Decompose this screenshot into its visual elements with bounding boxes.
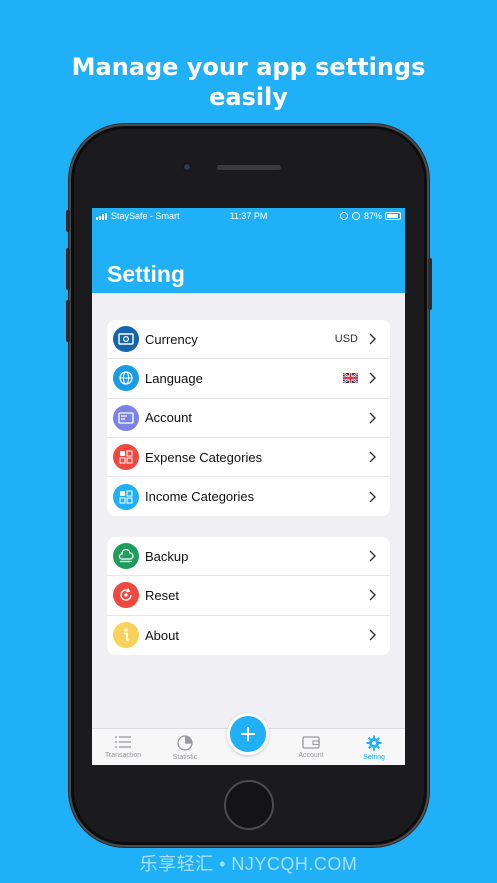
language-label: Language	[145, 370, 203, 386]
earpiece-speaker	[217, 165, 281, 170]
chevron-right-icon	[369, 372, 376, 384]
chevron-right-icon	[369, 451, 376, 463]
reset-row[interactable]: Reset	[107, 576, 390, 616]
volume-down-button	[66, 300, 70, 342]
tab-statistic[interactable]: Statistic	[154, 729, 216, 765]
chevron-right-icon	[369, 333, 376, 345]
chevron-right-icon	[369, 550, 376, 562]
account-row[interactable]: Account	[107, 399, 390, 438]
navigation-bar: Setting	[92, 224, 405, 293]
currency-icon	[113, 326, 139, 353]
home-button[interactable]	[224, 780, 274, 830]
orientation-lock-icon	[339, 212, 348, 220]
settings-group-general: Currency USD Language Account Expense Ca…	[107, 320, 390, 517]
backup-label: Backup	[145, 548, 189, 564]
front-camera	[182, 162, 192, 172]
volume-up-button	[66, 248, 70, 290]
reset-label: Reset	[145, 587, 179, 603]
battery-icon	[385, 212, 401, 220]
chevron-right-icon	[369, 629, 376, 641]
gear-icon	[366, 735, 382, 751]
app-screen: StaySafe - Smart 11:37 PM 87% Setting Cu…	[92, 208, 405, 765]
about-label: About	[145, 627, 179, 643]
status-bar: StaySafe - Smart 11:37 PM 87%	[92, 208, 405, 224]
chevron-right-icon	[369, 491, 376, 503]
tab-setting-label: Setting	[363, 754, 385, 761]
tab-transaction[interactable]: Transaction	[92, 729, 154, 765]
currency-row[interactable]: Currency USD	[107, 320, 390, 360]
tab-account-label: Account	[298, 752, 324, 759]
reset-icon	[113, 582, 139, 609]
power-button	[428, 258, 432, 310]
categories-icon	[113, 483, 139, 510]
pie-chart-icon	[177, 735, 193, 751]
list-icon	[115, 736, 131, 748]
tab-statistic-label: Statistic	[172, 754, 198, 761]
expense-categories-label: Expense Categories	[145, 449, 263, 465]
promo-headline-line2: easily	[209, 83, 288, 111]
plus-icon	[241, 727, 255, 741]
tab-setting[interactable]: Setting	[343, 729, 405, 765]
settings-group-data: Backup Reset About	[107, 537, 390, 655]
about-row[interactable]: About	[107, 616, 390, 655]
income-categories-row[interactable]: Income Categories	[107, 477, 390, 516]
watermark: 乐享轻汇 • NJYCQH.COM	[139, 854, 358, 874]
info-icon	[113, 622, 139, 649]
language-row[interactable]: Language	[107, 359, 390, 399]
add-transaction-button[interactable]	[227, 713, 269, 755]
categories-icon	[113, 444, 139, 471]
chevron-right-icon	[369, 412, 376, 424]
chevron-right-icon	[369, 589, 376, 601]
currency-value: USD	[334, 333, 358, 346]
backup-row[interactable]: Backup	[107, 537, 390, 577]
battery-percent: 87%	[363, 211, 382, 221]
account-label: Account	[145, 410, 192, 426]
card-icon	[113, 404, 139, 431]
alarm-icon	[351, 212, 360, 220]
promo-headline-line1: Manage your app settings	[71, 53, 426, 81]
currency-label: Currency	[145, 331, 198, 347]
tab-transaction-label: Transaction	[104, 752, 142, 759]
income-categories-label: Income Categories	[145, 489, 255, 505]
page-title: Setting	[107, 261, 185, 287]
globe-icon	[113, 365, 139, 392]
expense-categories-row[interactable]: Expense Categories	[107, 438, 390, 478]
mute-switch	[66, 210, 70, 232]
wallet-icon	[302, 736, 320, 749]
tab-account[interactable]: Account	[280, 729, 342, 765]
uk-flag-icon	[343, 373, 358, 384]
backup-icon	[113, 543, 139, 570]
promo-headline: Manage your app settings easily	[0, 52, 497, 112]
